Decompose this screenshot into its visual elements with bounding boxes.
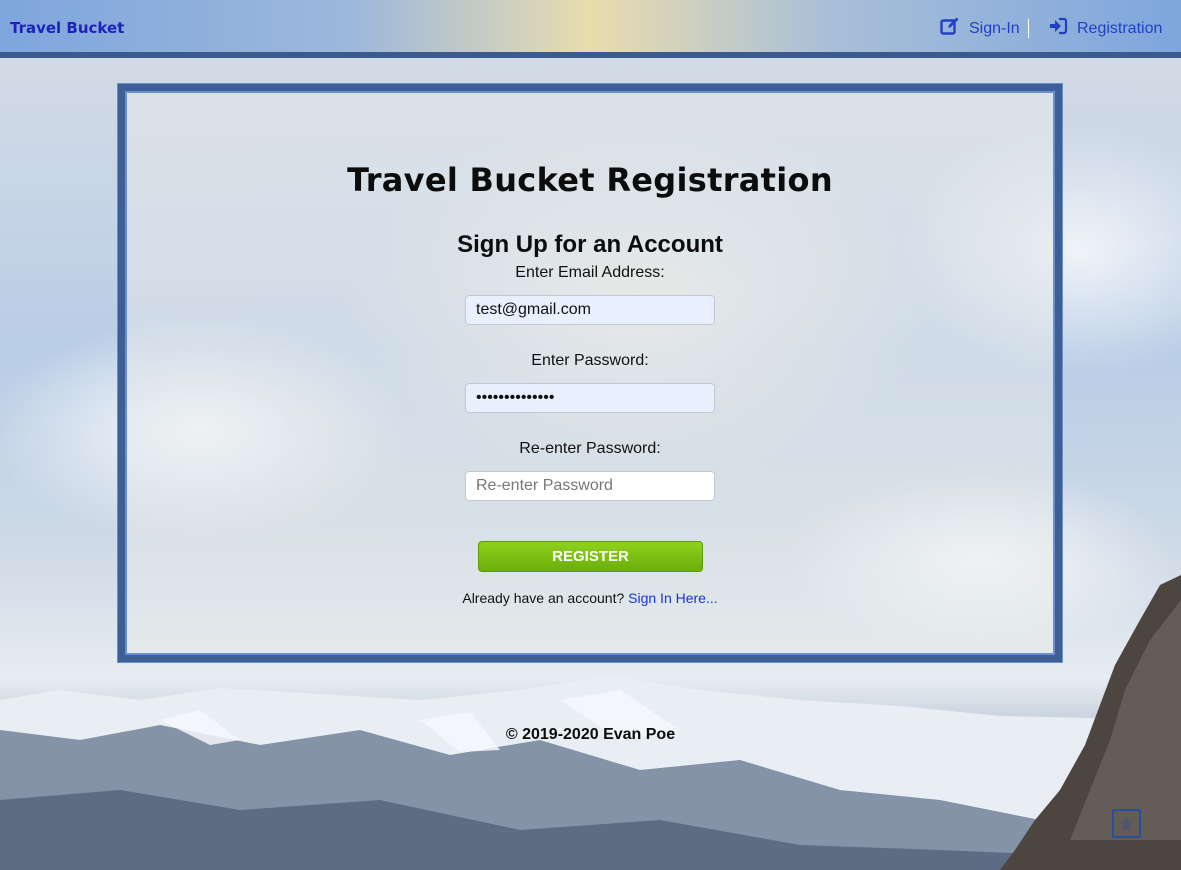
password-field[interactable]	[465, 383, 715, 413]
register-button[interactable]: REGISTER	[478, 541, 703, 572]
nav-signin-label: Sign-In	[969, 19, 1020, 37]
page-title: Travel Bucket Registration	[347, 161, 833, 199]
footer-copyright: © 2019-2020 Evan Poe	[505, 726, 676, 743]
nav-registration-label: Registration	[1077, 19, 1163, 37]
signin-prompt-text: Already have an account?	[462, 590, 625, 606]
form-title: Sign Up for an Account	[457, 231, 723, 258]
sign-in-arrow-icon	[1048, 16, 1068, 41]
reenter-password-field[interactable]	[465, 471, 715, 501]
registration-panel: Travel Bucket Registration Sign Up for a…	[118, 84, 1062, 662]
brand-logo[interactable]: Travel Bucket	[10, 19, 124, 37]
email-field[interactable]	[465, 295, 715, 325]
scroll-to-top-icon[interactable]	[1112, 809, 1141, 838]
nav-registration-link[interactable]: Registration	[1048, 16, 1162, 41]
reenter-password-label: Re-enter Password:	[519, 440, 661, 457]
edit-icon	[940, 16, 960, 41]
top-navbar: Travel Bucket Sign-In Registration	[0, 0, 1181, 58]
password-label: Enter Password:	[531, 352, 649, 369]
email-label: Enter Email Address:	[515, 264, 665, 281]
signin-prompt-line: Already have an account? Sign In Here...	[125, 590, 1055, 606]
signin-here-link[interactable]: Sign In Here...	[628, 590, 718, 606]
nav-divider	[1028, 19, 1029, 38]
nav-signin-link[interactable]: Sign-In	[940, 16, 1020, 41]
